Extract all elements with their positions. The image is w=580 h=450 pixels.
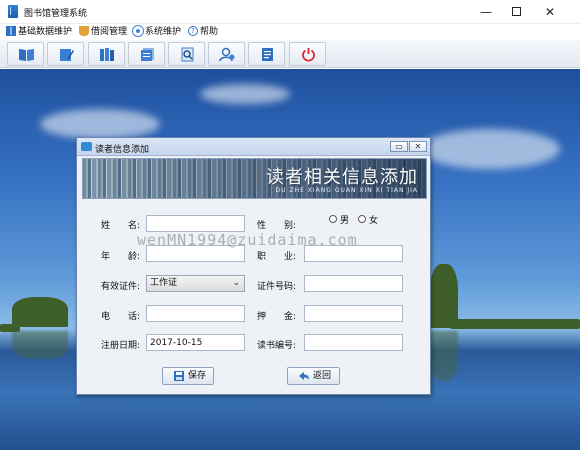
users-icon: [219, 47, 235, 62]
watermark: wenMN1994@zuidaima.com: [137, 231, 358, 249]
maximize-icon: [511, 7, 521, 16]
toolbar-edit-book-button[interactable]: [47, 42, 84, 66]
menu-basic-data[interactable]: 基础数据维护: [6, 25, 72, 39]
books-icon: [100, 48, 114, 61]
id-type-value: 工作证: [150, 278, 178, 288]
phone-label: 电 话:: [101, 312, 141, 322]
reader-no-input[interactable]: [304, 334, 403, 351]
name-input[interactable]: [146, 215, 245, 232]
library-app-icon: [8, 5, 18, 18]
save-button[interactable]: 保存: [162, 367, 214, 385]
toolbar-books-button[interactable]: [88, 42, 125, 66]
far-shoreline: [450, 319, 580, 329]
gender-male-radio[interactable]: [329, 215, 337, 223]
dialog-title: 读者信息添加: [95, 145, 150, 155]
minimize-button[interactable]: —: [470, 0, 502, 24]
menu-bar: 基础数据维护 借阅管理 系统维护 ? 帮助: [0, 24, 580, 40]
toolbar-users-button[interactable]: [208, 42, 245, 66]
gender-female-radio[interactable]: [358, 215, 366, 223]
maximize-button[interactable]: [500, 0, 532, 24]
back-arrow-icon: [299, 372, 309, 380]
window-title: 图书馆管理系统: [24, 9, 88, 19]
save-icon: [174, 371, 184, 381]
gear-icon: [133, 25, 143, 36]
deposit-input[interactable]: [304, 305, 403, 322]
banner-title: 读者相关信息添加: [266, 167, 418, 188]
menu-system-label: 系统维护: [145, 27, 182, 37]
edit-book-icon: [60, 49, 74, 61]
reg-date-input[interactable]: [146, 334, 245, 351]
menu-help-label: 帮助: [200, 27, 219, 37]
reg-date-label: 注册日期:: [101, 341, 141, 351]
id-number-label: 证件号码:: [257, 282, 297, 292]
menu-help[interactable]: ? 帮助: [188, 25, 218, 39]
id-type-select[interactable]: 工作证 ⌄: [146, 275, 245, 292]
job-label: 职 业:: [257, 252, 297, 262]
toolbar-card-list-button[interactable]: [128, 42, 165, 66]
cup-icon: [79, 25, 89, 36]
menu-system-maintenance[interactable]: 系统维护: [133, 25, 181, 39]
far-shoreline: [0, 324, 20, 332]
cloud: [420, 129, 560, 169]
tree-reflection: [430, 331, 458, 381]
cloud: [200, 84, 290, 104]
age-label: 年 龄:: [101, 252, 141, 262]
banner-subtitle: DU ZHE XIANG GUAN XIN XI TIAN JIA: [275, 187, 418, 194]
phone-input[interactable]: [146, 305, 245, 322]
dialog-minimize-button[interactable]: ▭: [390, 141, 408, 152]
help-icon: ?: [188, 25, 198, 36]
id-type-label: 有效证件:: [101, 282, 141, 292]
menu-borrow-label: 借阅管理: [91, 27, 128, 37]
chevron-down-icon: ⌄: [232, 278, 240, 288]
dialog-app-icon: [81, 142, 92, 151]
form-document-icon: [262, 48, 273, 61]
menu-borrow-management[interactable]: 借阅管理: [79, 25, 127, 39]
main-title-bar: 图书馆管理系统 — ✕: [0, 0, 580, 24]
deposit-label: 押 金:: [257, 312, 297, 322]
toolbar: [0, 40, 580, 68]
grid-icon: [6, 25, 16, 36]
card-list-icon: [141, 48, 154, 61]
toolbar-exit-button[interactable]: [289, 42, 326, 66]
toolbar-search-button[interactable]: [168, 42, 205, 66]
toolbar-form-button[interactable]: [248, 42, 285, 66]
power-icon: [302, 48, 315, 62]
back-button-label: 返回: [313, 371, 332, 381]
id-number-input[interactable]: [304, 275, 403, 292]
dialog-title-bar[interactable]: 读者信息添加 ▭ ✕: [77, 138, 430, 156]
dialog-banner: 读者相关信息添加 DU ZHE XIANG GUAN XIN XI TIAN J…: [82, 158, 427, 199]
back-button[interactable]: 返回: [287, 367, 340, 385]
tree-reflection: [12, 331, 68, 359]
gender-female-label: 女: [369, 216, 379, 226]
reader-no-label: 读书编号:: [257, 341, 297, 351]
search-document-icon: [181, 47, 194, 62]
cloud: [40, 109, 160, 139]
dialog-close-button[interactable]: ✕: [409, 141, 427, 152]
gender-label: 性 别:: [257, 221, 297, 231]
book-open-icon: [19, 49, 34, 61]
gender-male-label: 男: [340, 216, 350, 226]
name-label: 姓 名:: [101, 221, 141, 231]
close-button[interactable]: ✕: [534, 0, 566, 24]
toolbar-book-button[interactable]: [7, 42, 44, 66]
tree-island: [12, 297, 68, 327]
menu-basic-data-label: 基础数据维护: [18, 27, 73, 37]
reader-add-dialog: 读者信息添加 ▭ ✕ 读者相关信息添加 DU ZHE XIANG GUAN XI…: [76, 137, 431, 395]
save-button-label: 保存: [188, 371, 207, 381]
